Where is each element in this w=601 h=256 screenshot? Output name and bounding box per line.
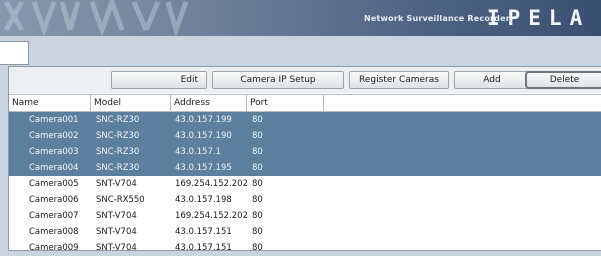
add-button[interactable]: Add (454, 71, 530, 89)
column-header-port[interactable]: Port (247, 95, 324, 111)
cell-model: SNT-V704 (96, 211, 137, 221)
cell-port: 80 (252, 179, 263, 189)
cell-name: Camera008 (29, 227, 79, 237)
table-row[interactable]: Camera008 SNT-V704 43.0.157.151 80 (9, 224, 601, 240)
cell-model: SNC-RX550 (96, 195, 145, 205)
cell-name: Camera005 (29, 179, 79, 189)
cell-name: Camera007 (29, 211, 79, 221)
camera-table-body: Camera001 SNC-RZ30 43.0.157.199 80 Camer… (9, 112, 601, 256)
cell-address: 43.0.157.1 (175, 147, 221, 157)
table-header: Name Model Address Port (9, 94, 601, 112)
cell-port: 80 (252, 131, 263, 141)
cell-model: SNT-V704 (96, 227, 137, 237)
column-header-model[interactable]: Model (91, 95, 171, 111)
brand-logo: IPELA (487, 6, 591, 30)
delete-button[interactable]: Delete (525, 71, 601, 89)
table-row[interactable]: Camera001 SNC-RZ30 43.0.157.199 80 (9, 112, 601, 128)
cell-model: SNT-V704 (96, 243, 137, 253)
cell-model: SNT-V704 (96, 179, 137, 189)
table-row[interactable]: Camera003 SNC-RZ30 43.0.157.1 80 (9, 144, 601, 160)
column-header-name[interactable]: Name (9, 95, 91, 111)
edit-button[interactable]: Edit (111, 71, 207, 89)
cell-port: 80 (252, 115, 263, 125)
cell-address: 43.0.157.151 (175, 227, 232, 237)
cell-name: Camera001 (29, 115, 79, 125)
table-row[interactable]: Camera002 SNC-RZ30 43.0.157.190 80 (9, 128, 601, 144)
table-row[interactable]: Camera006 SNC-RX550 43.0.157.198 80 (9, 192, 601, 208)
table-row[interactable]: Camera007 SNT-V704 169.254.152.202 80 (9, 208, 601, 224)
cell-address: 169.254.152.202 (175, 179, 249, 189)
cell-port: 80 (252, 243, 263, 253)
cell-address: 43.0.157.195 (175, 163, 232, 173)
table-row[interactable]: Camera005 SNT-V704 169.254.152.202 80 (9, 176, 601, 192)
tab-selector-box[interactable] (0, 41, 29, 65)
cell-model: SNC-RZ30 (96, 163, 140, 173)
camera-ip-setup-button[interactable]: Camera IP Setup (212, 71, 344, 89)
column-header-address[interactable]: Address (171, 95, 247, 111)
cell-model: SNC-RZ30 (96, 147, 140, 157)
table-row[interactable]: Camera004 SNC-RZ30 43.0.157.195 80 (9, 160, 601, 176)
cell-address: 43.0.157.151 (175, 243, 232, 253)
cell-address: 43.0.157.190 (175, 131, 232, 141)
cell-port: 80 (252, 163, 263, 173)
cell-port: 80 (252, 227, 263, 237)
header-banner: Network Surveillance Recorder IPELA (0, 0, 601, 36)
cell-name: Camera009 (29, 243, 79, 253)
cell-port: 80 (252, 147, 263, 157)
cell-port: 80 (252, 211, 263, 221)
cell-model: SNC-RZ30 (96, 115, 140, 125)
cell-address: 43.0.157.199 (175, 115, 232, 125)
cell-name: Camera006 (29, 195, 79, 205)
table-row[interactable]: Camera009 SNT-V704 43.0.157.151 80 (9, 240, 601, 256)
toolbar: Edit Camera IP Setup Register Cameras Ad… (9, 67, 601, 93)
cell-name: Camera004 (29, 163, 79, 173)
cell-model: SNC-RZ30 (96, 131, 140, 141)
camera-list-panel: Edit Camera IP Setup Register Cameras Ad… (8, 66, 601, 253)
cell-port: 80 (252, 195, 263, 205)
cell-name: Camera003 (29, 147, 79, 157)
cell-name: Camera002 (29, 131, 79, 141)
cell-address: 43.0.157.198 (175, 195, 232, 205)
register-cameras-button[interactable]: Register Cameras (349, 71, 449, 89)
cell-address: 169.254.152.202 (175, 211, 249, 221)
